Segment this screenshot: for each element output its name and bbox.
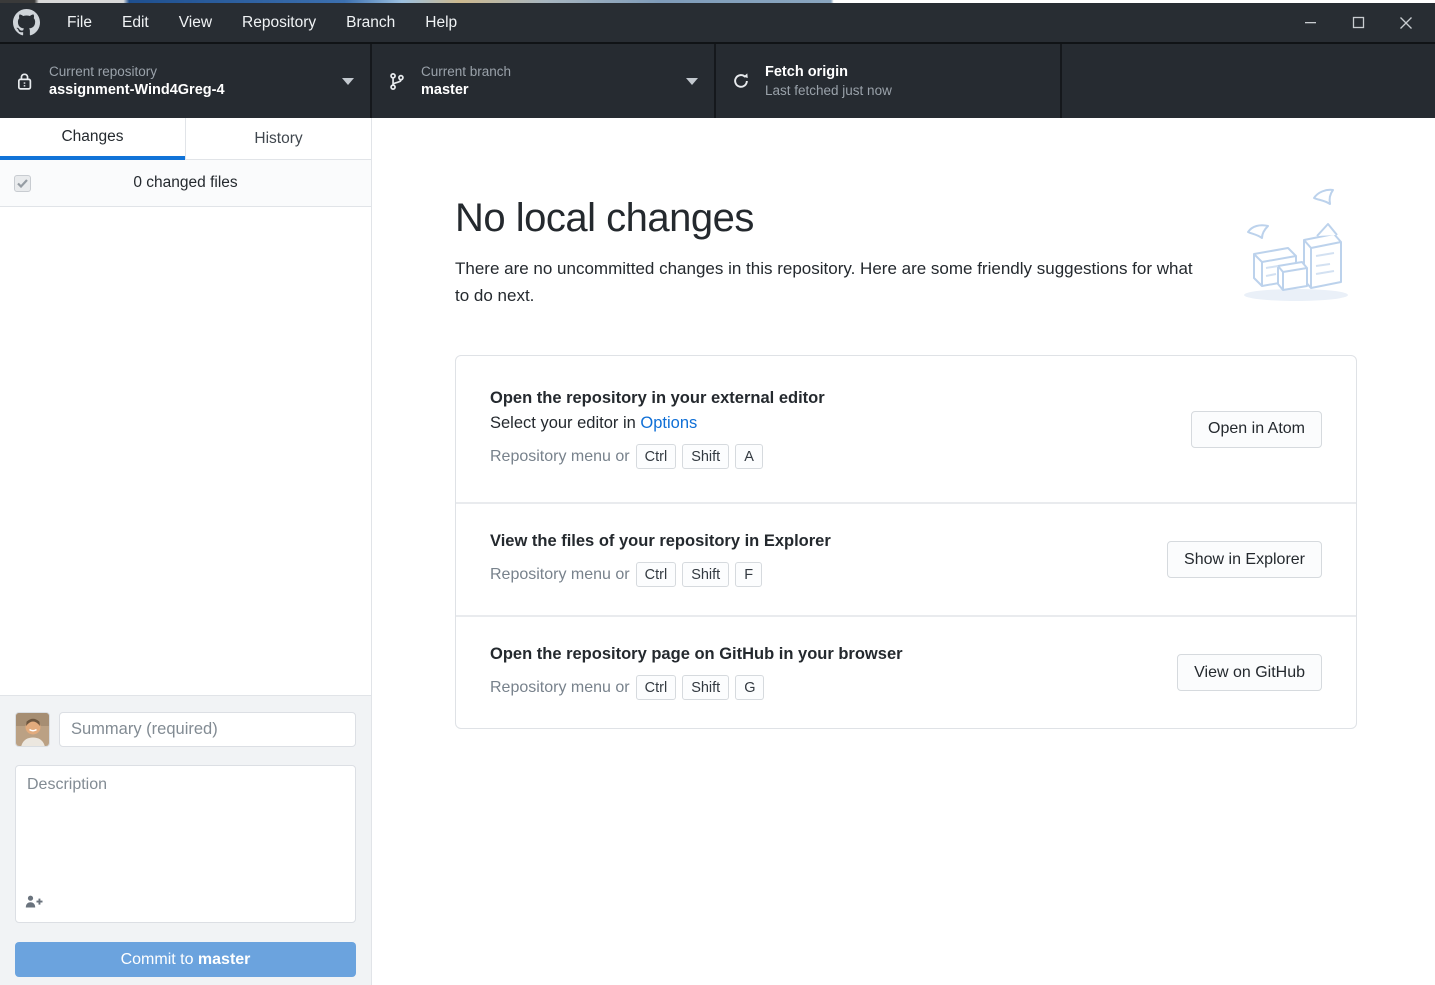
kbd-key: A	[735, 444, 763, 469]
current-branch-label: Current branch	[421, 65, 511, 79]
open-in-atom-button[interactable]: Open in Atom	[1191, 411, 1322, 448]
menu-item-edit[interactable]: Edit	[107, 3, 164, 42]
tab-changes[interactable]: Changes	[0, 118, 185, 160]
sidebar: Changes History 0 changed files	[0, 118, 372, 985]
fetch-origin-status: Last fetched just now	[765, 84, 892, 98]
kbd-key: Ctrl	[636, 444, 677, 469]
repository-toolbar: Current repository assignment-Wind4Greg-…	[0, 42, 1435, 118]
menu-item-branch[interactable]: Branch	[331, 3, 410, 42]
suggestion-card-explorer: View the files of your repository in Exp…	[456, 502, 1356, 615]
changed-files-label: 0 changed files	[133, 174, 237, 192]
maximize-button[interactable]	[1334, 3, 1382, 42]
close-icon	[1399, 16, 1413, 30]
current-repository-button[interactable]: Current repository assignment-Wind4Greg-…	[0, 44, 372, 118]
fetch-origin-button[interactable]: Fetch origin Last fetched just now	[716, 44, 1062, 118]
sync-icon	[732, 72, 752, 90]
minimize-icon	[1304, 16, 1317, 29]
menu-item-view[interactable]: View	[164, 3, 227, 42]
card-title: View the files of your repository in Exp…	[490, 532, 1167, 551]
paper-stack-illustration	[1238, 184, 1363, 309]
kbd-key: G	[735, 675, 764, 700]
kbd-key: F	[735, 562, 762, 587]
menu-item-file[interactable]: File	[52, 3, 107, 42]
commit-button-branch: master	[198, 951, 250, 968]
shortcut-label: Repository menu or	[490, 448, 630, 466]
changed-files-row: 0 changed files	[0, 160, 371, 207]
kbd-key: Shift	[682, 562, 729, 587]
description-box	[15, 765, 356, 923]
checkmark-icon	[17, 179, 28, 188]
page-subtitle: There are no uncommitted changes in this…	[455, 255, 1205, 309]
card-shortcut: Repository menu or Ctrl Shift F	[490, 562, 1167, 587]
main-content: No local changes There are no uncommitte…	[372, 118, 1435, 985]
sidebar-tabs: Changes History	[0, 118, 371, 160]
commit-button-prefix: Commit to	[121, 951, 198, 968]
view-on-github-button[interactable]: View on GitHub	[1177, 654, 1322, 691]
app-menu: File Edit View Repository Branch Help	[52, 3, 472, 42]
card-hint: Select your editor in Options	[490, 414, 1191, 433]
git-branch-icon	[388, 72, 408, 91]
menu-bar: File Edit View Repository Branch Help	[0, 3, 1435, 42]
toolbar-empty-area	[1062, 44, 1435, 118]
card-title: Open the repository in your external edi…	[490, 389, 1191, 408]
kbd-key: Shift	[682, 444, 729, 469]
fetch-origin-title: Fetch origin	[765, 65, 892, 80]
tab-history[interactable]: History	[185, 118, 371, 160]
card-shortcut: Repository menu or Ctrl Shift G	[490, 675, 1177, 700]
github-mark-icon	[13, 9, 40, 36]
github-desktop-window: File Edit View Repository Branch Help	[0, 0, 1435, 985]
minimize-button[interactable]	[1286, 3, 1334, 42]
shortcut-label: Repository menu or	[490, 679, 630, 697]
menu-item-repository[interactable]: Repository	[227, 3, 331, 42]
summary-input[interactable]	[59, 712, 356, 747]
current-branch-button[interactable]: Current branch master	[372, 44, 716, 118]
kbd-key: Ctrl	[636, 675, 677, 700]
changed-files-checkbox[interactable]	[14, 175, 31, 192]
card-title: Open the repository page on GitHub in yo…	[490, 645, 1177, 664]
menu-item-help[interactable]: Help	[410, 3, 472, 42]
kbd-key: Shift	[682, 675, 729, 700]
shortcut-label: Repository menu or	[490, 566, 630, 584]
kbd-key: Ctrl	[636, 562, 677, 587]
changes-list-empty	[0, 207, 371, 695]
chevron-down-icon	[686, 78, 698, 85]
avatar	[15, 712, 50, 747]
description-textarea[interactable]	[16, 766, 355, 888]
suggestion-card-github: Open the repository page on GitHub in yo…	[456, 615, 1356, 728]
current-repository-label: Current repository	[49, 65, 225, 79]
close-button[interactable]	[1382, 3, 1430, 42]
person-add-icon[interactable]	[25, 895, 43, 913]
suggestion-cards: Open the repository in your external edi…	[455, 355, 1357, 729]
current-repository-value: assignment-Wind4Greg-4	[49, 83, 225, 98]
current-branch-value: master	[421, 83, 511, 98]
window-controls	[1286, 3, 1430, 42]
commit-form: Commit to master	[0, 695, 371, 985]
chevron-down-icon	[342, 78, 354, 85]
options-link[interactable]: Options	[640, 414, 697, 432]
maximize-icon	[1352, 16, 1365, 29]
card-shortcut: Repository menu or Ctrl Shift A	[490, 444, 1191, 469]
show-in-explorer-button[interactable]: Show in Explorer	[1167, 541, 1322, 578]
lock-icon	[16, 71, 36, 92]
suggestion-card-editor: Open the repository in your external edi…	[456, 356, 1356, 502]
card-hint-text: Select your editor in	[490, 414, 640, 432]
commit-button[interactable]: Commit to master	[15, 942, 356, 977]
